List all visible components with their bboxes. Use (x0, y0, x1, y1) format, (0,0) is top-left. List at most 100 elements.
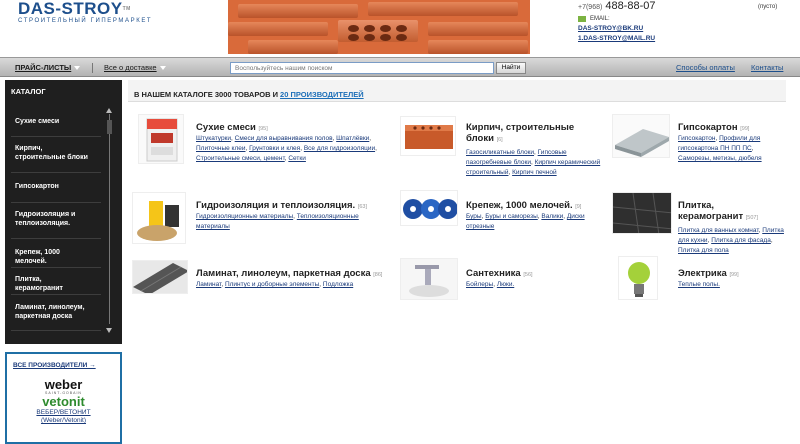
category-links: Бойлеры, Люки. (466, 281, 515, 288)
category-links: Гидроизоляционные материалы, Теплоизоляц… (196, 213, 359, 230)
search-input[interactable] (230, 62, 494, 74)
sidebar-divider (11, 294, 101, 295)
category-title[interactable]: Плитка, керамогранит [507] (678, 200, 788, 224)
subcategory-link[interactable]: Подложка (323, 281, 353, 288)
laminate-image[interactable] (132, 260, 188, 294)
producer-name[interactable]: ВЕБЕР/ВЕТОНИТ (13, 409, 114, 417)
subcategory-link[interactable]: Саморезы, метизы, дюбеля (678, 155, 762, 162)
nav-delivery[interactable]: Все о доставке (104, 63, 166, 72)
subcategory-link[interactable]: Бойлеры (466, 281, 493, 288)
subcategory-link[interactable]: Теплые полы. (678, 281, 720, 288)
cement-bag-icon (146, 118, 178, 162)
subcategory-link[interactable]: Шпатлёвки (336, 135, 369, 142)
category-links: Теплые полы. (678, 280, 786, 290)
phone-number[interactable]: 488-88-07 (605, 0, 655, 12)
subcategory-link[interactable]: Смеси для выравнивания полов (235, 135, 333, 142)
subcategory-link[interactable]: Грунтовки и клея (249, 145, 300, 152)
subcategory-link[interactable]: Гидроизоляционные материалы (196, 213, 293, 220)
nav-payment-methods[interactable]: Способы оплаты (676, 63, 735, 72)
all-producers-link[interactable]: ВСЕ ПРОИЗВОДИТЕЛИ → (13, 362, 96, 369)
sidebar-item-insulation[interactable]: Гидроизоляция и теплоизоляция. (5, 210, 101, 228)
electrical-image[interactable] (618, 256, 658, 300)
phone-code: +7(968) (578, 4, 603, 11)
fasteners-image[interactable] (400, 190, 458, 226)
light-bulb-icon (628, 262, 650, 297)
subcategory-link[interactable]: Плиточные клеи (196, 145, 246, 152)
sidebar-item-tiles[interactable]: Плитка, керамогранит (5, 275, 101, 293)
subcategory-link[interactable]: Плитка для пола (678, 247, 729, 254)
drywall-image[interactable] (612, 114, 670, 158)
header-contacts: +7(968) 488-88-07 EMAIL: DAS-STROY@BK.RU… (578, 0, 778, 42)
insulation-image[interactable] (132, 192, 186, 244)
sidebar-item-laminate[interactable]: Ламинат, линолеум, паркетная доска (5, 303, 101, 321)
scrollbar-thumb[interactable] (107, 120, 112, 134)
logo-title: DAS-STROY (18, 0, 123, 18)
producers-box: ВСЕ ПРОИЗВОДИТЕЛИ → weber SAINT-GOBAIN v… (5, 352, 122, 444)
category-links: Газосиликатные блоки, Гипсовые пазогребн… (466, 149, 601, 176)
subcategory-link[interactable]: Плинтус и доборные элементы (225, 281, 319, 288)
sidebar-divider (11, 202, 101, 203)
category-title[interactable]: Кирпич, строительные блоки [6] (466, 122, 596, 146)
tiles-image[interactable] (612, 192, 672, 234)
subcategory-link[interactable]: Буры и саморезы (485, 213, 538, 220)
subcategory-link[interactable]: Сетки (288, 155, 306, 162)
category-links: Штукатурки, Смеси для выравнивания полов… (196, 135, 377, 162)
sidebar-divider (11, 267, 101, 268)
email-link-1[interactable]: DAS-STROY@BK.RU (578, 25, 778, 32)
cutting-disc-icon (403, 199, 457, 219)
plumbing-image[interactable] (400, 258, 458, 300)
sidebar-item-bricks[interactable]: Кирпич, строительные блоки (5, 144, 101, 162)
sidebar-scrollbar[interactable] (109, 114, 110, 324)
producer-name-latin[interactable]: (Weber/Vetonit) (13, 417, 114, 425)
category-links: Плитка для ванных комнат, Плитка для кух… (678, 227, 784, 254)
bricks-image[interactable] (400, 116, 456, 156)
category-links: Буры, Буры и саморезы, Валики, Диски отр… (466, 213, 585, 230)
faucet-icon (409, 265, 449, 297)
subcategory-link[interactable]: Газосиликатные блоки (466, 149, 534, 156)
drywall-icon (615, 129, 669, 157)
cart-status[interactable]: (пусто) (758, 4, 777, 10)
subcategory-link[interactable]: Кирпич печной (512, 169, 557, 176)
subcategory-link[interactable]: Плитка для фасада (711, 237, 771, 244)
nav-contacts[interactable]: Контакты (751, 63, 783, 72)
sidebar-divider (11, 238, 101, 239)
sidebar-item-drywall[interactable]: Гипсокартон (5, 182, 101, 191)
search-button[interactable]: Найти (496, 62, 526, 74)
subcategory-link[interactable]: Плитка для ванных комнат (678, 227, 759, 234)
email-label: EMAIL: (590, 16, 610, 22)
dry-mixes-image[interactable] (138, 114, 184, 164)
sidebar-title: КАТАЛОГ (11, 87, 46, 96)
subcategory-link[interactable]: Строительные смеси, цемент (196, 155, 285, 162)
subcategory-link[interactable]: Люки. (497, 281, 514, 288)
catalog-sidebar: КАТАЛОГ Сухие смеси Кирпич, строительные… (5, 80, 122, 344)
scroll-down-icon[interactable] (106, 328, 112, 333)
nav-divider (92, 63, 93, 73)
email-link-2[interactable]: 1.DAS-STROY@MAIL.RU (578, 35, 778, 42)
category-links: Ламинат, Плинтус и доборные элементы, По… (196, 281, 354, 288)
top-nav-bar: ПРАЙС-ЛИСТЫ Все о доставке Найти Способы… (0, 57, 800, 77)
nav-price-lists[interactable]: ПРАЙС-ЛИСТЫ (15, 63, 81, 72)
chevron-down-icon (159, 66, 166, 71)
sidebar-item-fasteners[interactable]: Крепеж, 1000 мелочей. (5, 248, 101, 266)
producers-count-link[interactable]: 20 ПРОИЗВОДИТЕЛЕЙ (280, 90, 364, 99)
sidebar-divider (11, 330, 101, 331)
subcategory-link[interactable]: Штукатурки (196, 135, 231, 142)
weber-logo[interactable]: weber (36, 378, 92, 391)
subcategory-link[interactable]: Ламинат (196, 281, 221, 288)
logo-subtitle: СТРОИТЕЛЬНЫЙ ГИПЕРМАРКЕТ (18, 18, 153, 24)
brick-icon (405, 125, 453, 149)
subcategory-link[interactable]: Гипсокартон (678, 135, 715, 142)
subcategory-link[interactable]: Валики (541, 213, 563, 220)
floor-tile-icon (613, 193, 671, 233)
category-links: Гипсокартон, Профили для гипсокартона ПН… (678, 135, 762, 162)
site-logo[interactable]: DAS-STROYTM СТРОИТЕЛЬНЫЙ ГИПЕРМАРКЕТ (18, 0, 152, 24)
subcategory-link[interactable]: Все для гидроизоляции (304, 145, 375, 152)
chevron-down-icon (74, 66, 81, 71)
scroll-up-icon[interactable] (106, 108, 112, 113)
catalog-summary: В НАШЕМ КАТАЛОГЕ 3000 ТОВАРОВ И 20 ПРОИЗ… (134, 90, 364, 99)
subcategory-link[interactable]: Буры (466, 213, 482, 220)
catalog-header-bar: В НАШЕМ КАТАЛОГЕ 3000 ТОВАРОВ И 20 ПРОИЗ… (128, 80, 786, 102)
vetonit-logo[interactable]: vetonit (13, 395, 114, 409)
sidebar-item-dry-mixes[interactable]: Сухие смеси (5, 117, 101, 126)
insulation-roll-icon (137, 201, 179, 241)
